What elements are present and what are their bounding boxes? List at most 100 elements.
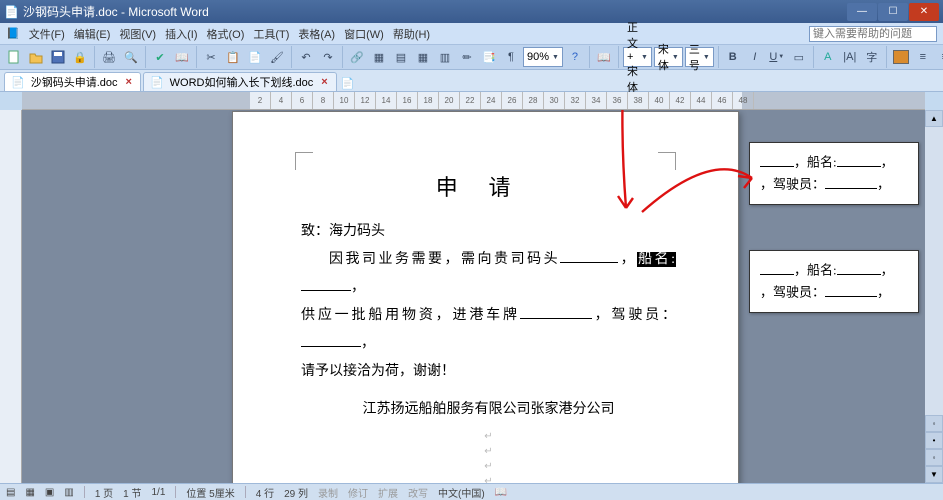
callout-box-1: ，船名:， ，驾驶员：， (749, 142, 919, 205)
status-rev: 修订 (348, 485, 368, 500)
ruler-tick: 2 (250, 92, 271, 109)
doc-tab-1[interactable]: 📄 沙钢码头申请.doc × (4, 72, 141, 91)
vertical-ruler[interactable] (0, 110, 22, 483)
text: 供应一批船用物资，进港车牌 (301, 308, 520, 323)
zoom-combo[interactable]: 90%▼ (523, 47, 563, 67)
document-canvas[interactable]: 申请 致：海力码头 因我司业务需要，需向贵司码头，船名:， 供应一批船用物资，进… (22, 110, 925, 483)
view-normal-icon[interactable]: ▤ (6, 487, 15, 498)
ruler-tick: 32 (565, 92, 586, 109)
menu-window[interactable]: 窗口(W) (344, 26, 384, 42)
permissions-icon[interactable]: 🔒 (70, 47, 90, 67)
paste-icon[interactable]: 📄 (245, 47, 265, 67)
scroll-up-icon[interactable]: ▲ (925, 110, 943, 127)
signature: 江苏扬远船舶服务有限公司张家港分公司 (301, 396, 676, 424)
blank-underline (301, 274, 351, 291)
reading-layout-icon[interactable]: 📖 (594, 47, 614, 67)
ruler-tick: 48 (733, 92, 754, 109)
view-print-icon[interactable]: ▣ (45, 487, 54, 498)
underline-button[interactable]: U▼ (767, 47, 787, 67)
spellcheck-icon[interactable]: ✔ (150, 47, 170, 67)
menu-help[interactable]: 帮助(H) (393, 26, 430, 42)
document-tabs: 📄 沙钢码头申请.doc × 📄 WORD如何输入长下划线.doc × 📄 (0, 70, 943, 92)
cut-icon[interactable]: ✂ (201, 47, 221, 67)
redo-icon[interactable]: ↷ (318, 47, 338, 67)
open-icon[interactable] (26, 47, 46, 67)
italic-button[interactable]: I (745, 47, 765, 67)
text: ，驾驶员： (760, 177, 825, 192)
font-combo[interactable]: 宋体▼ (654, 47, 683, 67)
menu-format[interactable]: 格式(O) (206, 26, 244, 42)
tables-borders-icon[interactable]: ▦ (369, 47, 389, 67)
next-page-icon[interactable]: ◦ (925, 449, 943, 466)
doc-tab-2[interactable]: 📄 WORD如何输入长下划线.doc × (143, 72, 337, 91)
ruler-tick: 26 (502, 92, 523, 109)
blank-underline (560, 246, 618, 263)
app-icon: 📘 (6, 27, 20, 40)
close-tab-icon[interactable]: × (124, 76, 134, 88)
help-icon[interactable]: ? (565, 47, 585, 67)
columns-icon[interactable]: ▥ (435, 47, 455, 67)
scroll-down-icon[interactable]: ▼ (925, 466, 943, 483)
ruler-tick: 10 (334, 92, 355, 109)
char-shading-icon[interactable]: A (818, 47, 838, 67)
align-center-button[interactable]: ≡ (935, 47, 943, 67)
print-icon[interactable]: 🖨 (99, 47, 119, 67)
ruler-tick: 6 (292, 92, 313, 109)
ruler-tick: 40 (649, 92, 670, 109)
char-scaling-icon[interactable]: 字 (862, 47, 882, 67)
chevron-down-icon: ▼ (672, 54, 679, 61)
menu-file[interactable]: 文件(F) (29, 26, 65, 42)
horizontal-ruler[interactable]: 2468101214161820222426283032343638404244… (22, 92, 925, 110)
highlight-button[interactable] (891, 47, 911, 67)
menu-view[interactable]: 视图(V) (119, 26, 156, 42)
hyperlink-icon[interactable]: 🔗 (347, 47, 367, 67)
text: ， (877, 285, 890, 300)
new-icon[interactable] (4, 47, 24, 67)
insert-table-icon[interactable]: ▤ (391, 47, 411, 67)
status-book-icon[interactable]: 📖 (495, 487, 507, 498)
copy-icon[interactable]: 📋 (223, 47, 243, 67)
format-painter-icon[interactable]: 🖌 (267, 47, 287, 67)
text: ，船名: (794, 155, 837, 170)
font-size-combo[interactable]: 三号▼ (685, 47, 714, 67)
blank-underline (825, 173, 877, 189)
paragraph-mark-icon: ↵ (301, 442, 676, 454)
view-web-icon[interactable]: ▦ (25, 487, 34, 498)
menu-edit[interactable]: 编辑(E) (74, 26, 111, 42)
document-body[interactable]: 申请 致：海力码头 因我司业务需要，需向贵司码头，船名:， 供应一批船用物资，进… (301, 166, 676, 483)
doc-map-icon[interactable]: 📑 (479, 47, 499, 67)
ruler-tick: 44 (691, 92, 712, 109)
ruler-tick: 8 (313, 92, 334, 109)
show-marks-icon[interactable]: ¶ (501, 47, 521, 67)
browse-object-icon[interactable]: • (925, 432, 943, 449)
view-outline-icon[interactable]: ▥ (64, 487, 73, 498)
close-button[interactable]: ✕ (909, 3, 939, 21)
menu-tools[interactable]: 工具(T) (253, 26, 289, 42)
zoom-value: 90% (527, 51, 549, 63)
ruler-tick: 28 (523, 92, 544, 109)
new-tab-button[interactable]: 📄 (339, 75, 357, 91)
style-combo[interactable]: 正文 + 宋体▼ (623, 47, 652, 67)
save-icon[interactable] (48, 47, 68, 67)
char-border-icon[interactable]: |A| (840, 47, 860, 67)
menu-table[interactable]: 表格(A) (298, 26, 335, 42)
blank-underline (520, 302, 592, 319)
help-search-input[interactable] (809, 26, 937, 42)
drawing-icon[interactable]: ✏ (457, 47, 477, 67)
research-icon[interactable]: 📖 (172, 47, 192, 67)
text: 致： (301, 224, 329, 239)
ruler-tick: 30 (544, 92, 565, 109)
window-title: 沙钢码头申请.doc - Microsoft Word (23, 3, 209, 20)
close-tab-icon[interactable]: × (319, 76, 329, 88)
menu-insert[interactable]: 插入(I) (165, 26, 197, 42)
prev-page-icon[interactable]: ◦ (925, 415, 943, 432)
vertical-scrollbar[interactable]: ▲ ◦ • ◦ ▼ (925, 110, 943, 483)
align-left-button[interactable]: ≡ (913, 47, 933, 67)
bold-button[interactable]: B (723, 47, 743, 67)
minimize-button[interactable]: — (847, 3, 877, 21)
maximize-button[interactable]: ☐ (878, 3, 908, 21)
print-preview-icon[interactable]: 🔍 (121, 47, 141, 67)
excel-icon[interactable]: ▦ (413, 47, 433, 67)
border-button[interactable]: ▭ (789, 47, 809, 67)
undo-icon[interactable]: ↶ (296, 47, 316, 67)
